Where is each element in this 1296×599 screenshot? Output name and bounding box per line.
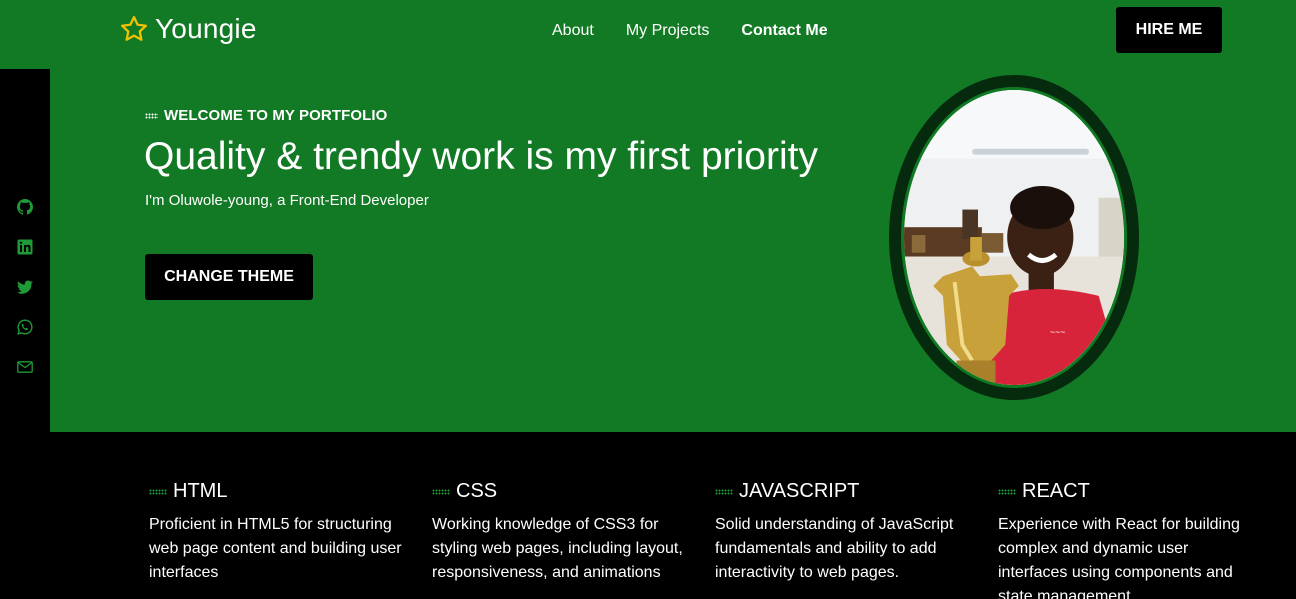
hero-section: WELCOME TO MY PORTFOLIO Quality & trendy… <box>50 69 1296 432</box>
skill-title: JAVASCRIPT <box>739 480 860 502</box>
skill-description: Experience with React for building compl… <box>998 516 1240 599</box>
whatsapp-icon[interactable] <box>17 319 33 335</box>
skill-title: REACT <box>1022 480 1090 502</box>
dots-icon <box>432 488 450 495</box>
dots-icon <box>715 488 733 495</box>
hero-subline: I'm Oluwole-young, a Front-End Developer <box>145 192 429 209</box>
hire-me-button[interactable]: HIRE ME <box>1116 7 1222 53</box>
twitter-icon[interactable] <box>17 279 33 295</box>
svg-text:~~~: ~~~ <box>1050 327 1065 337</box>
eyebrow-text: WELCOME TO MY PORTFOLIO <box>164 107 388 124</box>
mail-icon[interactable] <box>17 359 33 375</box>
profile-portrait: ~~~ <box>889 75 1139 400</box>
linkedin-icon[interactable] <box>17 239 33 255</box>
nav-contact-me[interactable]: Contact Me <box>741 22 827 40</box>
star-icon <box>121 16 147 41</box>
skill-card-css: CSS Working knowledge of CSS3 for stylin… <box>432 480 687 585</box>
skill-card-react: REACT Experience with React for building… <box>998 480 1253 599</box>
welcome-eyebrow: WELCOME TO MY PORTFOLIO <box>145 107 387 124</box>
skill-description: Working knowledge of CSS3 for styling we… <box>432 516 683 581</box>
dots-icon <box>998 488 1016 495</box>
change-theme-button[interactable]: CHANGE THEME <box>145 254 313 300</box>
top-navbar: Youngie About My Projects Contact Me HIR… <box>0 0 1296 69</box>
brand-name: Youngie <box>155 13 257 44</box>
hero-headline: Quality & trendy work is my first priori… <box>144 135 818 178</box>
brand-logo[interactable]: Youngie <box>119 13 257 45</box>
profile-photo: ~~~ <box>904 90 1124 385</box>
nav-my-projects[interactable]: My Projects <box>626 22 710 40</box>
nav-about[interactable]: About <box>552 22 594 40</box>
skill-card-javascript: JAVASCRIPT Solid understanding of JavaSc… <box>715 480 970 585</box>
skills-section: HTML Proficient in HTML5 for structuring… <box>0 432 1296 599</box>
main-nav: About My Projects Contact Me <box>552 22 828 40</box>
skill-card-html: HTML Proficient in HTML5 for structuring… <box>149 480 404 585</box>
skill-title: CSS <box>456 480 498 502</box>
social-sidebar <box>0 69 50 432</box>
skill-title: HTML <box>173 480 228 502</box>
dots-icon <box>145 112 158 119</box>
dots-icon <box>149 488 167 495</box>
github-icon[interactable] <box>17 199 33 215</box>
skill-description: Proficient in HTML5 for structuring web … <box>149 516 402 581</box>
skill-description: Solid understanding of JavaScript fundam… <box>715 516 954 581</box>
